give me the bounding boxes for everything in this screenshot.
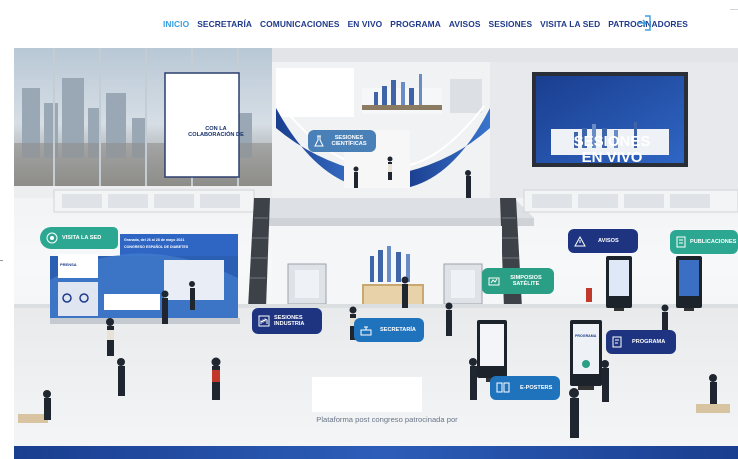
nav-item-sesiones[interactable]: SESIONES	[489, 19, 533, 29]
sponsor-logo-placeholder	[276, 68, 354, 117]
edge-tick	[0, 260, 3, 261]
wall-panel	[450, 79, 482, 113]
satellite-icon	[488, 275, 500, 287]
sponsor-caption: Plataforma post congreso patrocinada por	[316, 415, 458, 424]
sesiones-industria-button[interactable]: SESIONES INDUSTRIA	[252, 308, 322, 334]
virtual-lobby: CON LA COLABORACIÓN DE SESIONES EN VIVO …	[14, 48, 738, 446]
top-navigation: INICIO SECRETARÍA COMUNICACIONES EN VIVO…	[0, 0, 738, 48]
programa-button[interactable]: PROGRAMA	[606, 330, 676, 354]
collaboration-text: CON LA COLABORACIÓN DE	[188, 126, 244, 139]
bottom-brand-bar	[14, 446, 738, 459]
sesiones-industria-label: SESIONES INDUSTRIA	[274, 314, 305, 327]
e-posters-button[interactable]: E-POSTERS	[490, 376, 560, 400]
nav-menu: INICIO SECRETARÍA COMUNICACIONES EN VIVO…	[163, 19, 688, 29]
collaboration-board	[164, 72, 240, 178]
publicaciones-button[interactable]: PUBLICACIONES	[670, 230, 738, 254]
flask-icon	[314, 135, 324, 147]
booth-banner: Granada, del 26 al 28 de mayo 2021	[124, 238, 185, 242]
avisos-button[interactable]: AVISOS	[568, 229, 638, 253]
publicaciones-label: PUBLICACIONES	[690, 238, 737, 245]
nav-item-en-vivo[interactable]: EN VIVO	[348, 19, 383, 29]
nav-item-programa[interactable]: PROGRAMA	[390, 19, 441, 29]
sesiones-cientificas-label: SESIONES CIENTÍFICAS	[331, 134, 367, 147]
warning-icon	[574, 235, 586, 247]
visita-la-sed-label: VISITA LA SED	[62, 234, 102, 241]
secretaria-label: SECRETARÍA	[380, 326, 416, 333]
programa-label: PROGRAMA	[632, 338, 666, 345]
nav-item-inicio[interactable]: INICIO	[163, 19, 189, 29]
schedule-icon	[612, 336, 622, 348]
live-screen-title: SESIONES EN VIVO	[573, 133, 651, 166]
secretaria-button[interactable]: SECRETARÍA	[354, 318, 424, 342]
booth-sign: PRENSA	[60, 262, 77, 267]
kiosk-screen-text: PROGRAMA	[575, 334, 597, 338]
sesiones-cientificas-button[interactable]: SESIONES CIENTÍFICAS	[308, 130, 376, 152]
simposios-satelite-button[interactable]: SIMPOSIOS SATÉLITE	[482, 268, 554, 294]
factory-icon	[258, 315, 270, 327]
document-icon	[676, 236, 686, 248]
poster-icon	[496, 382, 510, 394]
visita-la-sed-button[interactable]: VISITA LA SED	[40, 227, 118, 249]
e-posters-label: E-POSTERS	[520, 384, 553, 391]
location-icon	[46, 232, 58, 244]
logout-icon[interactable]	[636, 15, 652, 31]
corner-divider	[730, 9, 738, 10]
nav-item-secretaria[interactable]: SECRETARÍA	[197, 19, 252, 29]
nav-item-avisos[interactable]: AVISOS	[449, 19, 481, 29]
nav-item-visita-la-sed[interactable]: VISITA LA SED	[540, 19, 600, 29]
left-margin	[0, 48, 14, 446]
desk-icon	[360, 325, 372, 336]
avisos-label: AVISOS	[598, 237, 619, 244]
booth-banner-subtitle: CONGRESO ESPAÑOL DE DIABETES	[124, 245, 189, 249]
sponsor-banner-placeholder	[312, 377, 422, 412]
nav-item-comunicaciones[interactable]: COMUNICACIONES	[260, 19, 340, 29]
simposios-satelite-label: SIMPOSIOS SATÉLITE	[510, 274, 542, 287]
